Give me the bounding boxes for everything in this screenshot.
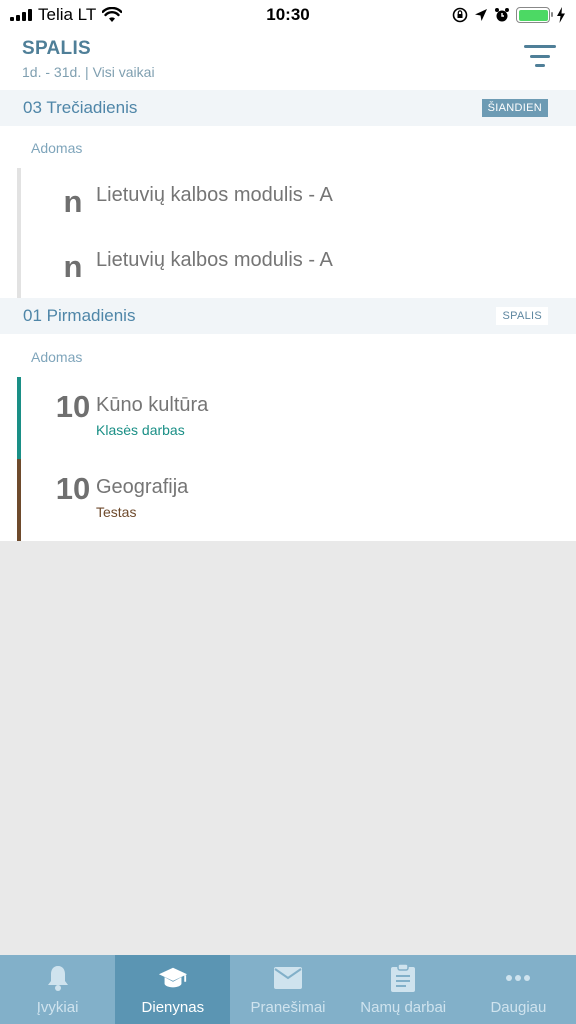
day-label: 03 Trečiadienis [23,98,138,117]
location-icon [475,9,487,21]
tab-label: Daugiau [490,999,547,1016]
grades-list: 03 Trečiadienis ŠIANDIEN Adomas n Lietuv… [0,90,576,541]
child-name: Adomas [31,349,83,365]
day-label: 01 Pirmadienis [23,306,136,325]
subject-name: Lietuvių kalbos modulis - A [96,184,333,206]
grade-entry[interactable]: n Lietuvių kalbos modulis - A [17,233,576,298]
tab-label: Įvykiai [36,999,79,1016]
work-type: Klasės darbas [96,422,185,438]
bottom-tab-bar: Įvykiai Dienynas Pranešimai Namų darbai … [0,955,576,1024]
child-name: Adomas [31,140,83,156]
graduation-cap-icon [158,963,188,993]
tab-events[interactable]: Įvykiai [0,955,115,1024]
signal-icon [10,9,32,21]
tab-label: Namų darbai [360,999,447,1016]
day-header: 01 Pirmadienis SPALIS [0,298,576,334]
entry-color-bar [17,459,21,541]
status-left: Telia LT [10,5,123,25]
filter-button[interactable] [524,42,558,70]
today-badge: ŠIANDIEN [481,99,548,117]
entry-color-bar [17,377,21,459]
day-header: 03 Trečiadienis ŠIANDIEN [0,90,576,126]
carrier-label: Telia LT [38,5,97,24]
more-dots-icon [503,963,533,993]
tab-label: Pranešimai [250,999,326,1016]
clipboard-icon [388,963,418,993]
subject-name: Geografija [96,476,189,498]
page-header: SPALIS 1d. - 31d. | Visi vaikai [0,30,576,90]
status-bar: Telia LT 10:30 [0,0,576,30]
grade-entry[interactable]: n Lietuvių kalbos modulis - A [17,168,576,233]
orientation-lock-icon [452,7,468,23]
wifi-icon [102,7,123,22]
date-range-subtitle[interactable]: 1d. - 31d. | Visi vaikai [22,64,155,80]
entry-color-bar [17,168,21,233]
filter-icon [524,45,556,48]
tab-label: Dienynas [141,999,205,1016]
status-right [452,7,566,23]
bell-icon [43,963,73,993]
grade-entry[interactable]: 10 Kūno kultūra Klasės darbas [17,377,576,459]
subject-name: Kūno kultūra [96,394,209,416]
page-title: SPALIS [22,38,92,59]
tab-messages[interactable]: Pranešimai [230,955,345,1024]
tab-homework[interactable]: Namų darbai [346,955,461,1024]
alarm-icon [495,8,509,22]
grade-entry[interactable]: 10 Geografija Testas [17,459,576,541]
month-badge: SPALIS [496,307,548,325]
charging-bolt-icon [557,7,565,23]
envelope-icon [273,963,303,993]
tab-diary[interactable]: Dienynas [115,955,231,1024]
tab-more[interactable]: Daugiau [461,955,576,1024]
battery-icon [516,7,553,23]
subject-name: Lietuvių kalbos modulis - A [96,249,333,271]
work-type: Testas [96,504,137,520]
entry-color-bar [17,233,21,298]
